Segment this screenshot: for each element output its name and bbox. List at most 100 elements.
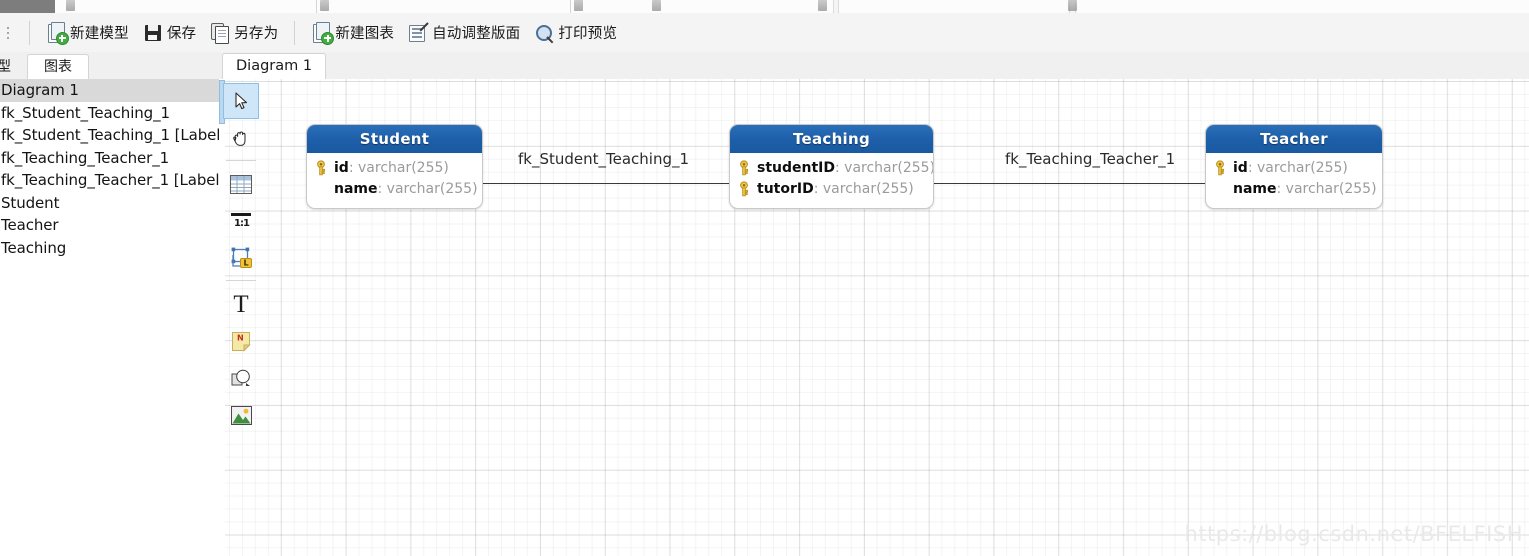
watermark: https://blog.csdn.net/BFELFISH: [1184, 522, 1523, 546]
save-icon: [143, 23, 163, 43]
label-tool[interactable]: L: [223, 240, 259, 276]
new-diagram-label: 新建图表: [335, 26, 395, 42]
sidebar-item-fk-student-teaching-1-label[interactable]: fk_Student_Teaching_1 [Label]: [0, 124, 226, 147]
toolbar-grip[interactable]: [4, 22, 14, 44]
sidebar-item-teaching[interactable]: Teaching: [0, 237, 219, 260]
shape-tool[interactable]: [223, 360, 259, 396]
entity-teacher-column-name[interactable]: name : varchar(255): [1212, 178, 1377, 199]
sidebar-item-student[interactable]: Student: [0, 192, 219, 215]
sidebar-item-diagram-1[interactable]: Diagram 1: [0, 79, 219, 102]
print-preview-button[interactable]: 打印预览: [527, 18, 624, 48]
sidebar-item-teacher[interactable]: Teacher: [0, 214, 219, 237]
save-as-icon: [210, 22, 230, 44]
hand-icon: [232, 128, 251, 148]
note-icon: N: [231, 331, 251, 352]
save-button[interactable]: 保存: [136, 18, 203, 48]
one-to-one-label: 1:1: [234, 218, 250, 229]
primary-key-icon: [313, 159, 329, 176]
column-name: studentID: [757, 159, 835, 176]
sidebar-item-fk-teaching-teacher-1-label[interactable]: fk_Teaching_Teacher_1 [Label]: [0, 169, 225, 192]
auto-layout-button[interactable]: 自动调整版面: [401, 18, 527, 48]
sidebar: 型 图表 Diagram 1 fk_Student_Teaching_1 fk_…: [0, 52, 226, 556]
svg-text:L: L: [243, 259, 248, 268]
text-icon: T: [233, 290, 249, 318]
diagram-canvas[interactable]: 1:1 L T N fk_Student_Teaching_1 fk_Teach…: [219, 79, 1529, 556]
primary-key-icon: [736, 180, 752, 197]
clipped-toolbar-panel-2: [838, 0, 1070, 13]
save-label: 保存: [166, 26, 197, 42]
clipped-toolbar-row: [0, 0, 1529, 13]
text-tool[interactable]: T: [223, 286, 259, 322]
clipped-separator: [570, 0, 571, 13]
clipped-icon: [320, 0, 329, 11]
column-type: : varchar(255): [813, 180, 914, 197]
clipped-icon: [652, 0, 661, 11]
table-icon: [230, 174, 252, 194]
entity-teaching-title: Teaching: [730, 125, 933, 153]
label-icon: L: [230, 247, 253, 269]
sidebar-item-fk-teaching-teacher-1[interactable]: fk_Teaching_Teacher_1: [0, 147, 219, 170]
new-diagram-icon: [311, 21, 335, 45]
column-name: tutorID: [757, 180, 814, 197]
primary-key-icon: [736, 159, 752, 176]
entity-teaching-column-studentid[interactable]: studentID : varchar(255): [736, 157, 933, 178]
clipped-icon: [818, 0, 827, 11]
entity-teaching-column-tutorid[interactable]: tutorID : varchar(255): [736, 178, 923, 199]
sidebar-tab-model[interactable]: 型: [0, 55, 22, 79]
new-model-button[interactable]: 新建模型: [39, 18, 136, 48]
entity-student[interactable]: Student id : varchar(255) name: varchar…: [306, 124, 483, 209]
palette-separator: [226, 160, 256, 161]
entity-student-column-id[interactable]: id : varchar(255): [313, 157, 472, 178]
clipped-icon: [574, 0, 583, 11]
one-to-one-tool[interactable]: 1:1: [223, 203, 259, 239]
application-window: 新建模型 保存 另存为 新建图表 自动调整版面 打印预览 型 图表 Diagra…: [0, 0, 1529, 556]
clipped-separator: [316, 0, 317, 13]
sidebar-tab-diagrams[interactable]: 图表: [27, 54, 89, 80]
print-preview-icon: [534, 23, 554, 43]
diagram-tabstrip: Diagram 1: [219, 52, 1529, 80]
relationship-line-teaching-teacher[interactable]: [932, 183, 1206, 184]
new-diagram-button[interactable]: 新建图表: [304, 18, 401, 48]
shape-icon: [230, 368, 252, 388]
pointer-icon: [234, 92, 248, 110]
save-as-label: 另存为: [234, 26, 279, 42]
column-type: : varchar(255): [1276, 180, 1377, 197]
new-model-label: 新建模型: [70, 26, 129, 42]
main-toolbar: 新建模型 保存 另存为 新建图表 自动调整版面 打印预览: [0, 13, 1529, 53]
column-type: : varchar(255): [348, 159, 449, 176]
image-icon: [230, 405, 252, 425]
column-name: name: [1233, 180, 1277, 197]
svg-text:N: N: [237, 333, 244, 342]
entity-student-title: Student: [307, 125, 482, 153]
column-name: id: [334, 159, 349, 176]
save-as-button[interactable]: 另存为: [203, 18, 285, 48]
pointer-tool[interactable]: [223, 83, 259, 119]
new-table-tool[interactable]: [223, 166, 259, 202]
relationship-label-student-teaching[interactable]: fk_Student_Teaching_1: [518, 150, 689, 168]
one-to-one-icon: 1:1: [230, 211, 252, 231]
column-name: name: [334, 180, 378, 197]
print-preview-label: 打印预览: [558, 26, 618, 42]
relationship-line-student-teaching[interactable]: [481, 183, 730, 184]
column-type: : varchar(255): [1247, 159, 1348, 176]
column-type: : varchar(255): [377, 180, 478, 197]
pan-tool[interactable]: [223, 120, 259, 156]
auto-layout-icon: [408, 21, 429, 43]
auto-layout-label: 自动调整版面: [432, 26, 521, 42]
entity-teacher-column-id[interactable]: id : varchar(255): [1212, 157, 1372, 178]
clipped-icon: [66, 0, 75, 11]
tool-palette: 1:1 L T N: [223, 83, 261, 434]
image-tool[interactable]: [223, 397, 259, 433]
entity-student-column-name[interactable]: name : varchar(255): [313, 178, 478, 199]
sidebar-item-fk-student-teaching-1[interactable]: fk_Student_Teaching_1: [0, 102, 219, 125]
entity-teaching[interactable]: Teaching studentID: varchar(255) tutorI…: [729, 124, 934, 209]
entity-teacher-title: Teacher: [1206, 125, 1382, 153]
clipped-toolbar-panel-3: [1075, 0, 1529, 13]
toolbar-separator: [294, 20, 296, 45]
tab-diagram-1[interactable]: Diagram 1: [222, 53, 327, 80]
sidebar-tree[interactable]: Diagram 1 fk_Student_Teaching_1 fk_Stude…: [0, 79, 226, 556]
entity-teacher[interactable]: Teacher id : varchar(255) name: varchar…: [1205, 124, 1383, 209]
relationship-label-teaching-teacher[interactable]: fk_Teaching_Teacher_1: [1005, 150, 1175, 168]
new-model-icon: [46, 21, 69, 45]
note-tool[interactable]: N: [223, 323, 259, 359]
